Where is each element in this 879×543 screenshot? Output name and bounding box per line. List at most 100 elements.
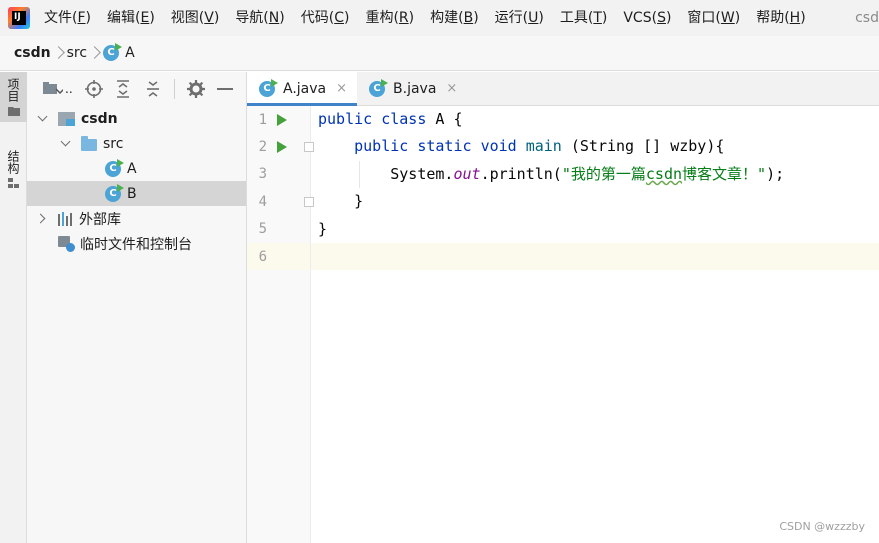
menu-navigate[interactable]: 导航(N) [227, 0, 292, 36]
string-literal: csdn [645, 164, 683, 183]
tree-item-scratches[interactable]: 临时文件和控制台 [27, 231, 246, 256]
keyword: public [318, 110, 373, 128]
menu-window[interactable]: 窗口(W) [679, 0, 748, 36]
code-line[interactable]: public static void main (String [] wzby)… [311, 133, 879, 160]
code-text: (String [] wzby){ [561, 137, 725, 156]
expand-all-icon [117, 80, 130, 98]
tree-item-label: 外部库 [79, 211, 121, 228]
tree-item-src[interactable]: src [27, 131, 246, 156]
menu-run[interactable]: 运行(U) [487, 0, 552, 36]
structure-tool-label: 结构 [6, 150, 20, 174]
line-number: 1 [258, 111, 267, 128]
run-icon[interactable] [277, 114, 287, 126]
java-class-icon: C [105, 183, 124, 202]
tree-item-label: 临时文件和控制台 [80, 236, 192, 253]
menu-help[interactable]: 帮助(H) [748, 0, 813, 36]
editor-tabs: C A.java × C B.java × [247, 72, 879, 106]
folder-icon [7, 107, 20, 116]
project-view-label: .. [65, 82, 73, 96]
chevron-down-icon[interactable] [59, 137, 73, 151]
line-number: 4 [258, 193, 267, 210]
tree-item-label: B [127, 185, 137, 202]
close-icon[interactable]: × [446, 81, 457, 96]
project-toolbar: .. [27, 72, 246, 106]
code-line[interactable]: } [311, 188, 879, 215]
project-view-dropdown[interactable] [43, 79, 63, 99]
breadcrumb-folder[interactable]: src [67, 45, 87, 61]
tab-a-java[interactable]: C A.java × [247, 72, 358, 106]
structure-tool-tab[interactable]: 结构 [0, 144, 27, 194]
breadcrumb-separator-icon [87, 36, 103, 71]
gutter-line-current: 6 [247, 242, 310, 271]
keyword: void [480, 137, 517, 156]
code-text: } [318, 219, 328, 238]
menu-refactor[interactable]: 重构(R) [357, 0, 422, 36]
menu-file[interactable]: 文件(F) [36, 0, 99, 36]
gutter-line: 5 [247, 216, 310, 243]
chevron-down-icon[interactable] [36, 112, 50, 126]
keyword: public [354, 137, 409, 156]
code-text: } [354, 192, 364, 211]
java-class-icon: C [369, 78, 389, 97]
java-class-icon: C [105, 158, 124, 177]
code-line[interactable]: System.out.println("我的第一篇csdn博客文章！"); [311, 160, 879, 189]
expand-all-button[interactable] [115, 79, 133, 99]
locate-file-button[interactable] [84, 79, 103, 99]
run-icon[interactable] [277, 141, 287, 154]
line-number: 5 [258, 221, 267, 238]
code-text: A { [426, 110, 463, 128]
code-line[interactable]: } [311, 216, 879, 243]
tab-label: A.java [283, 80, 327, 97]
toolbar-divider [173, 79, 175, 99]
breadcrumb-file-label: A [125, 45, 135, 61]
editor-gutter: 1 2 3 4 5 6 [247, 106, 314, 543]
breadcrumb: csdn src C A [0, 36, 879, 71]
breadcrumb-project[interactable]: csdn [14, 45, 51, 61]
menu-build[interactable]: 构建(B) [422, 0, 487, 36]
menu-edit[interactable]: 编辑(E) [99, 0, 163, 36]
code-line-current[interactable] [311, 242, 879, 271]
settings-button[interactable] [186, 79, 205, 99]
project-tree: csdn src C A C B 外部库 临时文件和控制台 [27, 106, 246, 256]
project-view-icon [43, 82, 63, 95]
string-literal: "我的第一篇 [561, 164, 646, 183]
collapse-all-icon [146, 81, 159, 97]
line-number: 3 [258, 166, 267, 183]
code-area[interactable]: public class A { public static void main… [311, 106, 879, 543]
tree-item-external-libraries[interactable]: 外部库 [27, 206, 246, 231]
project-panel: .. csdn src C A C B 外部库 临时文件和控制台 [27, 72, 247, 543]
tree-item-root[interactable]: csdn [27, 106, 246, 131]
menu-tools[interactable]: 工具(T) [552, 0, 616, 36]
menu-code[interactable]: 代码(C) [293, 0, 358, 36]
keyword: static [417, 137, 472, 156]
close-icon[interactable]: × [336, 81, 347, 96]
tab-b-java[interactable]: C B.java × [357, 72, 467, 105]
hide-panel-button[interactable] [217, 79, 235, 99]
project-tool-label: 项目 [6, 78, 20, 102]
breadcrumb-file[interactable]: C A [103, 43, 135, 61]
breadcrumb-separator-icon [51, 36, 67, 71]
keyword: class [381, 110, 427, 128]
menu-view[interactable]: 视图(V) [163, 0, 228, 36]
code-line[interactable]: public class A { [311, 106, 879, 133]
tree-item-class-b[interactable]: C B [27, 181, 246, 206]
chevron-right-icon[interactable] [36, 212, 50, 226]
code-text: .println( [480, 164, 562, 183]
tree-item-label: src [103, 135, 124, 152]
line-number: 6 [258, 248, 267, 265]
code-text: System. [390, 164, 454, 183]
tab-label: B.java [393, 80, 437, 97]
collapse-all-button[interactable] [144, 79, 162, 99]
string-literal: 博客文章！" [682, 164, 767, 183]
editor: C A.java × C B.java × 1 2 3 4 5 6 public… [247, 72, 879, 543]
window-title: csd [855, 10, 879, 26]
gutter-line: 2 [247, 133, 314, 160]
menu-bar: IJ 文件(F) 编辑(E) 视图(V) 导航(N) 代码(C) 重构(R) 构… [0, 0, 879, 36]
code-text: ); [766, 164, 785, 183]
menu-vcs[interactable]: VCS(S) [615, 0, 679, 36]
tool-window-strip: 项目 结构 [0, 72, 27, 543]
gutter-line: 4 [247, 188, 314, 215]
tree-item-class-a[interactable]: C A [27, 156, 246, 181]
source-folder-icon [81, 136, 97, 151]
project-tool-tab[interactable]: 项目 [0, 72, 27, 122]
